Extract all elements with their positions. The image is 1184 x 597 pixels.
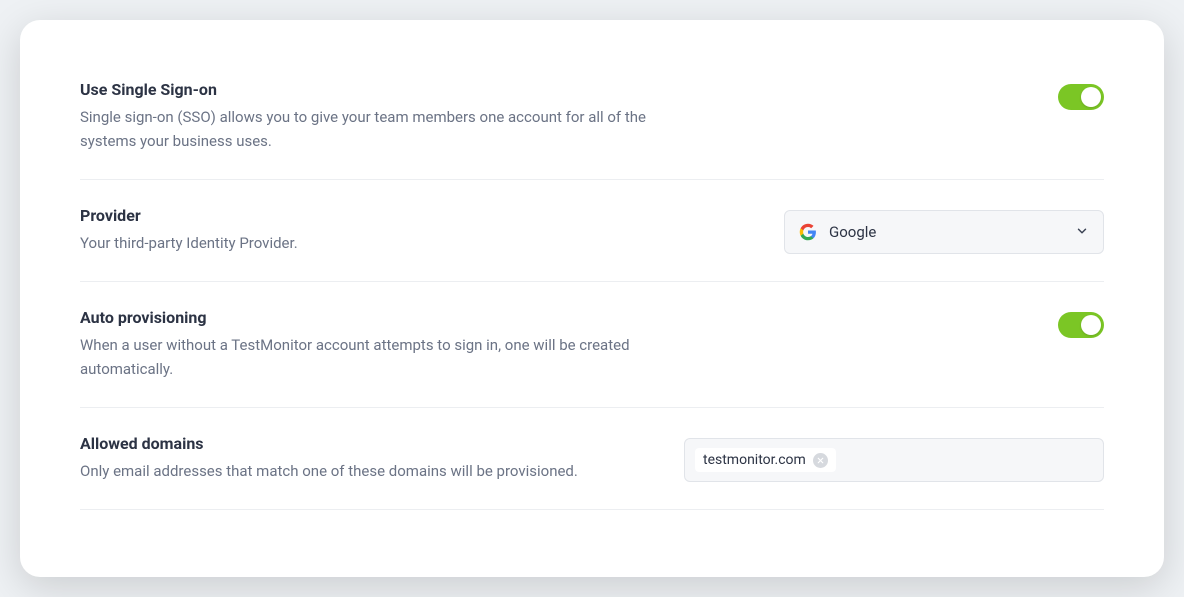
row-auto-provisioning-text: Auto provisioning When a user without a … [80,308,680,381]
domain-tag: testmonitor.com [695,448,836,472]
row-sso-text: Use Single Sign-on Single sign-on (SSO) … [80,80,680,153]
settings-card: Use Single Sign-on Single sign-on (SSO) … [20,20,1164,577]
auto-provisioning-toggle[interactable] [1058,312,1104,338]
google-icon [799,223,817,241]
chevron-down-icon [1075,223,1089,242]
row-allowed-domains-text: Allowed domains Only email addresses tha… [80,434,680,483]
remove-tag-button[interactable] [813,453,828,468]
sso-description: Single sign-on (SSO) allows you to give … [80,105,680,153]
allowed-domains-description: Only email addresses that match one of t… [80,459,680,483]
toggle-knob [1081,315,1101,335]
provider-title: Provider [80,206,680,225]
row-allowed-domains: Allowed domains Only email addresses tha… [80,408,1104,510]
provider-select-label: Google [829,223,1075,241]
row-allowed-domains-control: testmonitor.com [684,434,1104,482]
row-provider-text: Provider Your third-party Identity Provi… [80,206,680,255]
row-provider-control: Google [784,206,1104,254]
provider-description: Your third-party Identity Provider. [80,231,680,255]
auto-provisioning-description: When a user without a TestMonitor accoun… [80,333,680,381]
allowed-domains-input[interactable]: testmonitor.com [684,438,1104,482]
row-auto-provisioning: Auto provisioning When a user without a … [80,282,1104,408]
domain-tag-label: testmonitor.com [703,452,806,468]
provider-select[interactable]: Google [784,210,1104,254]
auto-provisioning-title: Auto provisioning [80,308,680,327]
row-provider: Provider Your third-party Identity Provi… [80,180,1104,282]
row-auto-provisioning-control [784,308,1104,338]
row-sso-control [784,80,1104,110]
sso-toggle[interactable] [1058,84,1104,110]
allowed-domains-title: Allowed domains [80,434,680,453]
sso-title: Use Single Sign-on [80,80,680,99]
row-sso: Use Single Sign-on Single sign-on (SSO) … [80,80,1104,180]
toggle-knob [1081,87,1101,107]
